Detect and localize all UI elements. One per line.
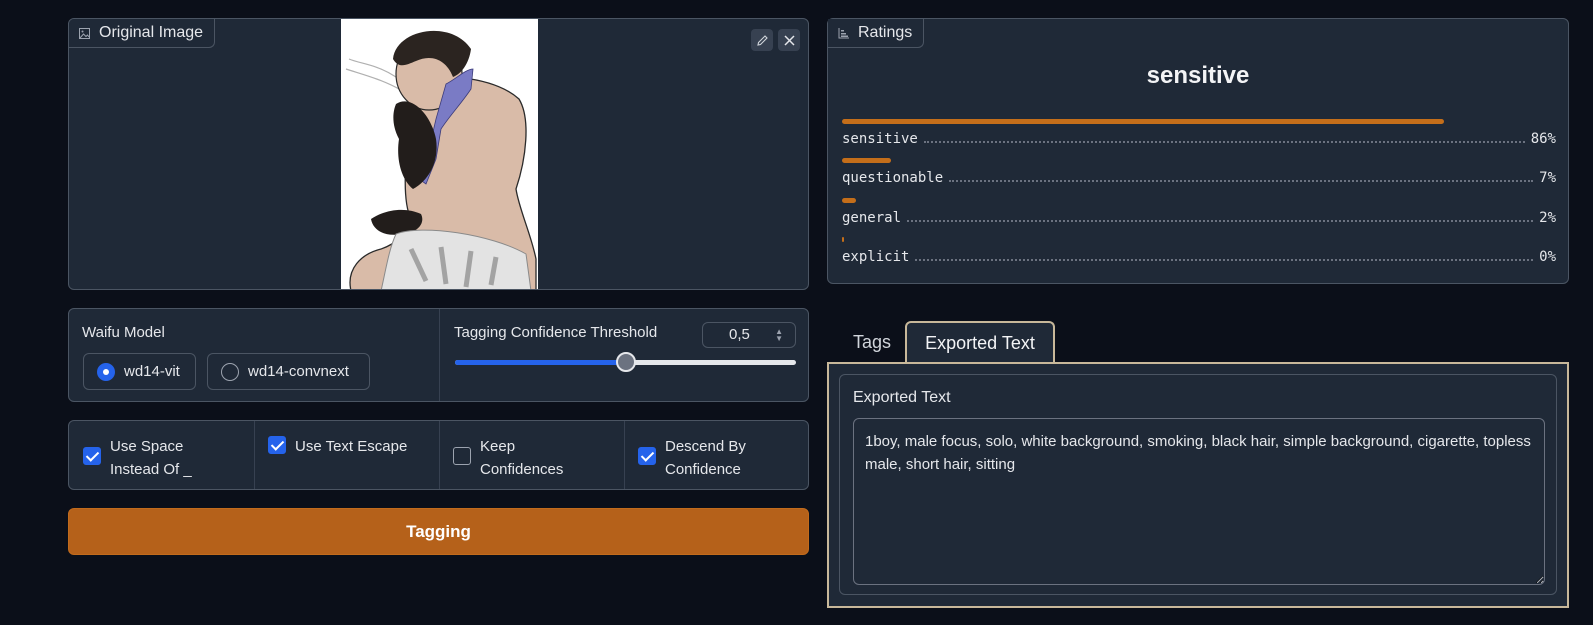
- threshold-slider[interactable]: [455, 352, 796, 372]
- edit-image-button[interactable]: [751, 29, 773, 51]
- option-label-line1: Use Text Escape: [295, 438, 408, 455]
- option-use-space[interactable]: Use Space Instead Of _: [69, 421, 254, 489]
- model-option-label: wd14-convnext: [248, 363, 349, 380]
- original-image-label-text: Original Image: [99, 24, 204, 41]
- rating-row-explicit: explicit 0%: [842, 237, 1556, 277]
- top-rating-label: sensitive: [1146, 62, 1250, 89]
- rating-row-general: general 2%: [842, 198, 1556, 238]
- checkbox[interactable]: [453, 447, 471, 465]
- model-option-label: wd14-vit: [124, 363, 180, 380]
- option-use-text-escape[interactable]: Use Text Escape: [254, 421, 439, 489]
- tab-content: Exported Text 1boy, male focus, solo, wh…: [827, 362, 1569, 608]
- option-label: Use Text Escape: [295, 435, 407, 458]
- option-label-line2: Confidence: [665, 461, 741, 478]
- ratings-label-text: Ratings: [858, 24, 913, 41]
- rating-name: sensitive: [842, 131, 918, 147]
- rating-percent: 86%: [1530, 131, 1556, 147]
- checkbox[interactable]: [83, 447, 101, 465]
- rating-bar: [842, 237, 844, 242]
- option-label: Use Space Instead Of _: [110, 435, 192, 481]
- image-icon: [79, 27, 90, 39]
- option-label-line1: Keep: [480, 438, 516, 455]
- rating-name: questionable: [842, 170, 944, 186]
- rating-row-questionable: questionable 7%: [842, 158, 1556, 198]
- option-keep-confidences[interactable]: Keep Confidences: [439, 421, 624, 489]
- option-label: Keep Confidences: [480, 435, 563, 481]
- tab-tags[interactable]: Tags: [841, 321, 903, 364]
- threshold-number-input[interactable]: 0,5 ▲ ▼: [702, 322, 796, 348]
- tab-exported-text[interactable]: Exported Text: [905, 321, 1055, 364]
- divider: [439, 309, 440, 401]
- pencil-icon: [756, 34, 768, 46]
- slider-handle[interactable]: [615, 352, 636, 372]
- sketch-illustration: [341, 19, 538, 289]
- rating-dots: [949, 180, 1534, 182]
- option-label-line1: Use Space: [110, 438, 184, 455]
- slider-fill: [455, 360, 626, 365]
- exported-text-area[interactable]: 1boy, male focus, solo, white background…: [853, 418, 1545, 585]
- ratings-panel: Ratings sensitive sensitive 86% question…: [827, 18, 1569, 284]
- uploaded-image[interactable]: [341, 19, 538, 289]
- threshold-value: 0,5: [729, 326, 750, 343]
- option-label-line2: Instead Of _: [110, 461, 192, 478]
- rating-name: explicit: [842, 249, 910, 265]
- original-image-panel: Original Image: [68, 18, 809, 290]
- rating-dots: [915, 259, 1534, 261]
- checkbox[interactable]: [638, 447, 656, 465]
- rating-percent: 2%: [1539, 210, 1556, 226]
- tagging-button[interactable]: Tagging: [68, 508, 809, 555]
- rating-bar: [842, 158, 891, 163]
- exported-text-title: Exported Text: [853, 389, 951, 406]
- rating-dots: [907, 220, 1534, 222]
- close-icon: [783, 34, 795, 46]
- model-option-wd14-convnext[interactable]: wd14-convnext: [207, 353, 370, 390]
- rating-dots: [923, 141, 1525, 143]
- option-label: Descend By Confidence: [665, 435, 746, 481]
- rating-name: general: [842, 210, 902, 226]
- ratings-label: Ratings: [828, 19, 925, 48]
- rating-bar: [842, 119, 1444, 124]
- radio-selected-icon[interactable]: [97, 362, 115, 381]
- model-settings-panel: Waifu Model wd14-vit wd14-convnext Taggi…: [68, 308, 809, 402]
- original-image-label: Original Image: [69, 19, 216, 48]
- spinner-arrows-icon[interactable]: ▲ ▼: [775, 328, 783, 343]
- clear-image-button[interactable]: [778, 29, 800, 51]
- model-title: Waifu Model: [82, 324, 165, 341]
- exported-text-panel: Exported Text 1boy, male focus, solo, wh…: [839, 374, 1557, 595]
- model-option-wd14-vit[interactable]: wd14-vit: [83, 353, 196, 390]
- tagging-options-panel: Use Space Instead Of _ Use Text Escape K…: [68, 420, 809, 490]
- rating-percent: 7%: [1539, 170, 1556, 186]
- threshold-title: Tagging Confidence Threshold: [454, 324, 658, 341]
- bar-chart-icon: [838, 27, 849, 38]
- option-label-line1: Descend By: [665, 438, 746, 455]
- radio-unselected-icon[interactable]: [221, 362, 239, 381]
- checkbox[interactable]: [268, 436, 286, 454]
- rating-percent: 0%: [1539, 249, 1556, 265]
- rating-bar: [842, 198, 856, 203]
- option-descend-by-confidence[interactable]: Descend By Confidence: [624, 421, 809, 489]
- option-label-line2: Confidences: [480, 461, 564, 478]
- rating-row-sensitive: sensitive 86%: [842, 119, 1556, 159]
